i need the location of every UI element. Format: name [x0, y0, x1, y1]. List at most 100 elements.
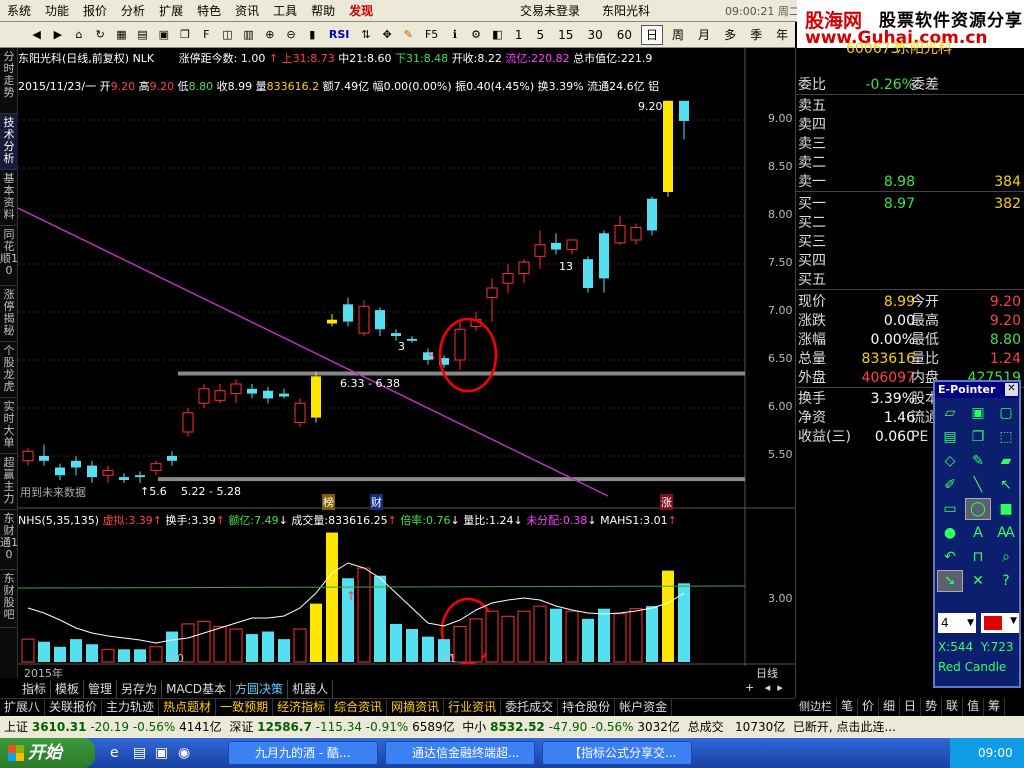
task-music[interactable]: 九月九的酒 - 酷...	[228, 741, 378, 765]
magnet-icon[interactable]: ⊓	[965, 546, 991, 568]
zoom-out-icon[interactable]: ⊖	[282, 25, 299, 45]
side-tab-trades[interactable]: 笔	[837, 698, 859, 716]
color-select[interactable]: ▼	[981, 613, 1019, 633]
task-tdx[interactable]: 通达信金融终端超...	[385, 741, 535, 765]
sh-label[interactable]: 上证	[4, 720, 28, 734]
magnifier-icon[interactable]: ⌕	[993, 546, 1019, 568]
ext-tab-consensus[interactable]: 一致预期	[216, 699, 274, 716]
layout-icon[interactable]: ▣	[155, 25, 172, 45]
highlighter-icon[interactable]: ▰	[993, 450, 1019, 472]
info-icon[interactable]: ℹ	[446, 25, 463, 45]
menu-feature[interactable]: 特色	[190, 0, 228, 22]
side-tab-value[interactable]: 值	[963, 698, 985, 716]
paste-icon[interactable]: ▤	[937, 426, 963, 448]
rsi-button[interactable]: RSI	[325, 25, 354, 45]
eraser-icon[interactable]: ◇	[937, 450, 963, 472]
task-forum[interactable]: 【指标公式分享交...	[542, 741, 692, 765]
forward-icon[interactable]: ▶	[49, 25, 66, 45]
filled-rect-icon[interactable]: ■	[993, 498, 1019, 520]
stats-icon[interactable]: ◧	[489, 25, 506, 45]
tools-icon[interactable]: ✕	[965, 570, 991, 592]
ext-tab-extend8[interactable]: 扩展八	[0, 699, 46, 716]
tab-ths10[interactable]: 同花顺10	[0, 226, 18, 286]
menu-help[interactable]: 帮助	[304, 0, 342, 22]
ext-tab-news[interactable]: 综合资讯	[330, 699, 388, 716]
ellipse-icon[interactable]: ◯	[965, 498, 991, 520]
period-multi[interactable]: 多	[719, 25, 741, 45]
split-icon[interactable]: ◫	[219, 25, 236, 45]
tab-intraday[interactable]: 分时走势	[0, 48, 18, 114]
desktop-icon[interactable]: ▣	[155, 745, 168, 761]
tab-eastmoney10[interactable]: 东财通10	[0, 510, 18, 570]
sz-label[interactable]: 深证	[229, 720, 253, 734]
ext-tab-orders[interactable]: 委托成交	[501, 699, 559, 716]
f10-icon[interactable]: F	[198, 25, 215, 45]
period-month[interactable]: 月	[693, 25, 715, 45]
tab-technical[interactable]: 技术分析	[0, 114, 18, 170]
tab-save-as[interactable]: 另存为	[117, 680, 163, 698]
copy-icon[interactable]: ❐	[965, 426, 991, 448]
menu-quote[interactable]: 报价	[76, 0, 114, 22]
text-outline-icon[interactable]: Ꜳ	[993, 522, 1019, 544]
save-icon[interactable]: ▣	[965, 402, 991, 424]
ext-tab-industry[interactable]: 行业资讯	[444, 699, 502, 716]
ext-tab-hot-topics[interactable]: 热点题材	[159, 699, 217, 716]
tag-limit-up[interactable]: 涨	[660, 494, 673, 510]
menu-analysis[interactable]: 分析	[114, 0, 152, 22]
tab-fangyuan[interactable]: 方圆决策	[231, 680, 289, 698]
help-icon[interactable]: ?	[993, 570, 1019, 592]
ext-tab-funds[interactable]: 帐户资金	[615, 699, 673, 716]
scroll-right-button[interactable]: ▸	[777, 681, 783, 694]
back-icon[interactable]: ◀	[28, 25, 45, 45]
select-icon[interactable]: ⬚	[993, 426, 1019, 448]
ext-tab-digest[interactable]: 网摘资讯	[387, 699, 445, 716]
move-icon[interactable]: ✥	[379, 25, 396, 45]
text-icon[interactable]: A	[965, 522, 991, 544]
sort-icon[interactable]: ⇅	[357, 25, 374, 45]
menu-system[interactable]: 系统	[0, 0, 38, 22]
close-icon[interactable]: ✕	[1005, 383, 1018, 396]
period-1min[interactable]: 1	[510, 25, 528, 45]
chart-icon[interactable]: ▥	[240, 25, 257, 45]
side-tab-link[interactable]: 联	[942, 698, 964, 716]
side-tab-price[interactable]: 价	[858, 698, 880, 716]
table-icon[interactable]: ▤	[134, 25, 151, 45]
screen-icon[interactable]: ▢	[993, 402, 1019, 424]
scroll-left-button[interactable]: ◂	[765, 681, 771, 694]
tag-rank[interactable]: 榜	[322, 494, 335, 510]
arrow-line-icon[interactable]: ↖	[993, 474, 1019, 496]
period-week[interactable]: 周	[667, 25, 689, 45]
menu-info[interactable]: 资讯	[228, 0, 266, 22]
ext-tab-holdings[interactable]: 持仓股份	[558, 699, 616, 716]
tab-template[interactable]: 模板	[51, 680, 85, 698]
tab-indicator[interactable]: 指标	[18, 680, 52, 698]
settings-icon[interactable]: ⚙	[467, 25, 484, 45]
home-icon[interactable]: ⌂	[70, 25, 87, 45]
indicator-name[interactable]: NHS(5,35,135)	[18, 514, 99, 527]
pointer-icon[interactable]: ➘	[937, 570, 963, 592]
rectangle-icon[interactable]: ▭	[937, 498, 963, 520]
folder-icon[interactable]: ▤	[133, 745, 146, 761]
pencil-icon[interactable]: ✎	[400, 25, 417, 45]
menu-discover[interactable]: 发现	[342, 0, 380, 22]
side-tab-day[interactable]: 日	[900, 698, 922, 716]
line-width-select[interactable]: 4 ▼	[938, 613, 976, 633]
period-15min[interactable]: 15	[553, 25, 578, 45]
side-tab-detail[interactable]: 细	[879, 698, 901, 716]
zoom-in-button[interactable]: +	[745, 681, 754, 694]
zoom-in-icon[interactable]: ⊕	[261, 25, 278, 45]
kline-chart-area[interactable]: ↑ 东阳光科(日线,前复权) NLK 涨停距今数: 1.00 ↑ 上31:8.7…	[18, 48, 795, 680]
brush-icon[interactable]: ✎	[965, 450, 991, 472]
menu-function[interactable]: 功能	[38, 0, 76, 22]
ext-tab-related[interactable]: 关联报价	[45, 699, 103, 716]
side-tab-trend[interactable]: 势	[921, 698, 943, 716]
period-quarter[interactable]: 季	[745, 25, 767, 45]
tab-manage[interactable]: 管理	[84, 680, 118, 698]
period-30min[interactable]: 30	[582, 25, 607, 45]
tab-eastmoney-forum[interactable]: 东财股吧	[0, 570, 18, 628]
tab-big-orders[interactable]: 实时大单	[0, 398, 18, 454]
bar-chart-icon[interactable]: ▮	[304, 25, 321, 45]
menu-extend[interactable]: 扩展	[152, 0, 190, 22]
login-status[interactable]: 交易未登录	[520, 2, 580, 19]
tab-dragon-tiger[interactable]: 个股龙虎	[0, 342, 18, 398]
